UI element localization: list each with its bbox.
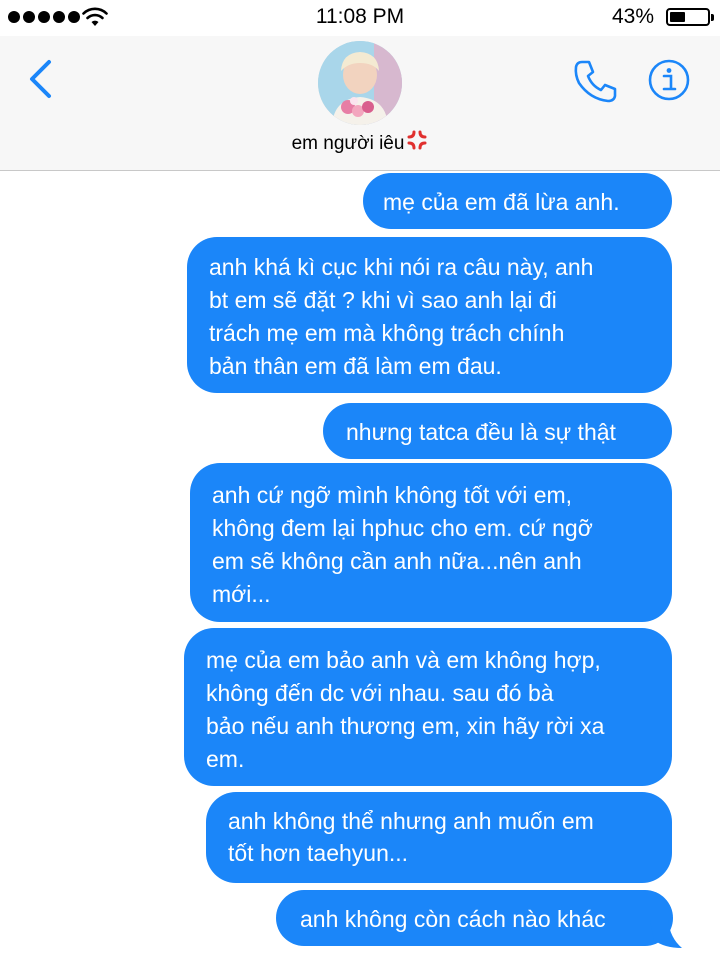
contact-name[interactable]: em người iêu	[0, 129, 720, 155]
contact-name-text: em người iêu	[291, 133, 405, 154]
battery-level	[670, 12, 685, 22]
message-bubble[interactable]: mẹ của em đã lừa anh.	[363, 173, 672, 229]
status-bar: 11:08 PM 43%	[0, 0, 720, 36]
info-button[interactable]	[647, 58, 691, 102]
battery-icon	[666, 8, 714, 26]
message-bubble[interactable]: mẹ của em bảo anh và em không hợp, không…	[184, 628, 672, 786]
message-bubble[interactable]: nhưng tatca đều là sự thật	[323, 403, 672, 459]
message-bubble[interactable]: anh cứ ngỡ mình không tốt với em, không …	[190, 463, 672, 622]
contact-avatar[interactable]	[318, 41, 402, 125]
message-bubble[interactable]: anh không thể nhưng anh muốn em tốt hơn …	[206, 792, 672, 883]
message-bubble[interactable]: anh khá kì cục khi nói ra câu này, anh b…	[187, 237, 672, 393]
message-bubble[interactable]: anh không còn cách nào khác	[276, 890, 673, 946]
anger-symbol-icon	[407, 130, 427, 150]
chevron-left-icon	[30, 60, 51, 98]
audio-call-button[interactable]	[570, 56, 620, 106]
battery-percentage: 43%	[611, 5, 654, 28]
info-icon	[648, 59, 690, 101]
back-button[interactable]	[18, 54, 62, 104]
avatar-photo	[318, 41, 402, 125]
conversation-header: em người iêu	[0, 36, 720, 171]
messages-screen: 11:08 PM 43% em người iêu mẹ của em đã l…	[0, 0, 720, 953]
phone-icon	[574, 60, 617, 103]
bubble-tail-icon	[650, 920, 682, 948]
